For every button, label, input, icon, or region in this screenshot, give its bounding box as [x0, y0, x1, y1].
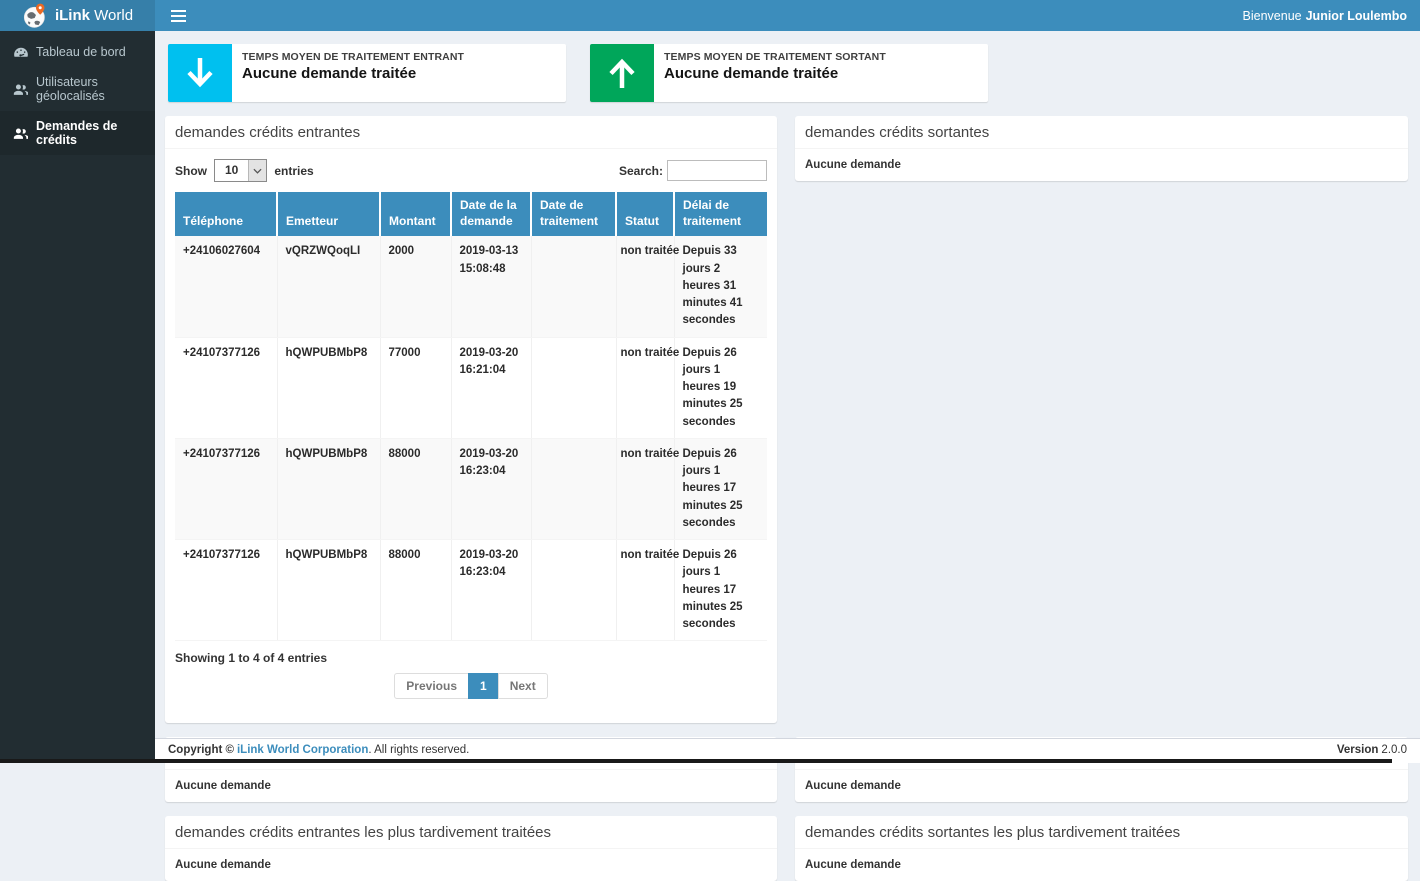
search-input[interactable] — [667, 160, 767, 181]
table-cell: non traitée — [616, 540, 674, 641]
welcome-message: BienvenueJunior Loulembo — [1243, 0, 1420, 31]
pagination: Previous 1 Next — [394, 673, 547, 699]
sidebar-toggle-button[interactable] — [155, 0, 202, 31]
table-cell: 88000 — [380, 540, 451, 641]
table-info-text: Showing 1 to 4 of 4 entries — [175, 651, 767, 665]
search-label: Search: — [619, 164, 663, 178]
info-box-value: Aucune demande traitée — [242, 65, 464, 82]
table-cell: 2000 — [380, 236, 451, 337]
arrow-up-icon — [590, 44, 654, 102]
info-box-title: TEMPS MOYEN DE TRAITEMENT ENTRANT — [242, 51, 464, 63]
info-box-title: TEMPS MOYEN DE TRAITEMENT SORTANT — [664, 51, 886, 63]
table-cell: non traitée — [616, 236, 674, 337]
info-box: TEMPS MOYEN DE TRAITEMENT SORTANT Aucune … — [590, 44, 988, 102]
empty-message: Aucune demande — [175, 780, 767, 792]
table-cell: 77000 — [380, 337, 451, 438]
sidebar-item-1[interactable]: Utilisateurs géolocalisés — [0, 67, 155, 111]
pagination-page-1-button[interactable]: 1 — [468, 673, 499, 699]
sidebar: Tableau de bord Utilisateurs géolocalisés… — [0, 31, 155, 763]
pagination-previous-button[interactable]: Previous — [394, 673, 469, 699]
column-header[interactable]: Téléphone — [175, 192, 277, 236]
panel-title: demandes crédits entrantes les plus tard… — [165, 816, 777, 849]
panel-demandes-sortantes: demandes crédits sortantes Aucune demand… — [795, 116, 1408, 181]
empty-message: Aucune demande — [805, 859, 1398, 871]
table-cell — [531, 337, 616, 438]
panel-title: demandes crédits sortantes les plus tard… — [795, 816, 1408, 849]
show-label: Show — [175, 164, 207, 178]
sidebar-item-label: Demandes de crédits — [36, 119, 142, 147]
chevron-down-icon — [248, 160, 266, 181]
bottom-edge-strip — [0, 759, 1392, 763]
table-cell: hQWPUBMbP8 — [277, 540, 380, 641]
table-cell: +24106027604 — [175, 236, 277, 337]
column-header[interactable]: Emetteur — [277, 192, 380, 236]
table-cell: non traitée — [616, 337, 674, 438]
info-box-row: TEMPS MOYEN DE TRAITEMENT ENTRANT Aucune … — [168, 44, 1408, 102]
content-area: TEMPS MOYEN DE TRAITEMENT ENTRANT Aucune … — [155, 31, 1420, 738]
page-length-value: 10 — [215, 160, 248, 181]
table-cell: +24107377126 — [175, 438, 277, 539]
table-row: +24107377126hQWPUBMbP8770002019-03-20 16… — [175, 337, 767, 438]
entries-label: entries — [274, 164, 313, 178]
page-length-select[interactable]: 10 — [214, 159, 267, 182]
page-length-control: Show 10 entries — [175, 159, 314, 182]
ilink-corporation-link[interactable]: iLink World Corporation — [237, 744, 368, 756]
sidebar-item-2[interactable]: Demandes de crédits — [0, 111, 155, 155]
bottom-panel: demandes crédits sortantes les plus tard… — [795, 816, 1408, 881]
table-cell — [531, 438, 616, 539]
table-row: +24106027604vQRZWQoqLI20002019-03-13 15:… — [175, 236, 767, 337]
column-header[interactable]: Montant — [380, 192, 451, 236]
column-header[interactable]: Date de la demande — [451, 192, 531, 236]
sidebar-item-label: Tableau de bord — [36, 45, 126, 59]
brand-name-rest: World — [94, 7, 133, 24]
empty-message: Aucune demande — [805, 780, 1398, 792]
table-cell: Depuis 26 jours 1 heures 17 minutes 25 s… — [674, 540, 767, 641]
sidebar-item-0[interactable]: Tableau de bord — [0, 37, 155, 67]
panel-title: demandes crédits sortantes — [795, 116, 1408, 149]
info-box: TEMPS MOYEN DE TRAITEMENT ENTRANT Aucune … — [168, 44, 566, 102]
table-cell: hQWPUBMbP8 — [277, 337, 380, 438]
empty-message: Aucune demande — [175, 859, 767, 871]
users-icon — [13, 127, 28, 140]
panel-title: demandes crédits entrantes — [165, 116, 777, 149]
sidebar-menu: Tableau de bord Utilisateurs géolocalisés… — [0, 31, 155, 155]
table-cell: +24107377126 — [175, 540, 277, 641]
user-name: Junior Loulembo — [1306, 9, 1407, 23]
table-cell: non traitée — [616, 438, 674, 539]
bottom-panel: demandes crédits entrantes les plus tard… — [165, 816, 777, 881]
table-cell: 2019-03-20 16:21:04 — [451, 337, 531, 438]
hamburger-icon — [171, 10, 186, 22]
users-icon — [13, 83, 28, 96]
top-navbar: iLink World BienvenueJunior Loulembo — [0, 0, 1420, 31]
column-header[interactable]: Délai de traitement — [674, 192, 767, 236]
demandes-entrantes-table: TéléphoneEmetteurMontantDate de la deman… — [175, 192, 767, 641]
table-cell: 2019-03-20 16:23:04 — [451, 438, 531, 539]
pagination-next-button[interactable]: Next — [498, 673, 548, 699]
table-cell: Depuis 26 jours 1 heures 19 minutes 25 s… — [674, 337, 767, 438]
table-cell: 88000 — [380, 438, 451, 539]
column-header[interactable]: Statut — [616, 192, 674, 236]
column-header[interactable]: Date de traitement — [531, 192, 616, 236]
table-cell: hQWPUBMbP8 — [277, 438, 380, 539]
table-cell: vQRZWQoqLI — [277, 236, 380, 337]
table-cell: Depuis 26 jours 1 heures 17 minutes 25 s… — [674, 438, 767, 539]
table-cell: 2019-03-13 15:08:48 — [451, 236, 531, 337]
ilink-globe-logo-icon — [22, 3, 48, 29]
table-cell — [531, 540, 616, 641]
dashboard-icon — [13, 46, 28, 58]
brand-name-bold: iLink — [55, 7, 90, 24]
table-cell: Depuis 33 jours 2 heures 31 minutes 41 s… — [674, 236, 767, 337]
info-box-value: Aucune demande traitée — [664, 65, 886, 82]
empty-message: Aucune demande — [805, 159, 1398, 171]
sidebar-item-label: Utilisateurs géolocalisés — [36, 75, 142, 103]
table-row: +24107377126hQWPUBMbP8880002019-03-20 16… — [175, 540, 767, 641]
table-cell — [531, 236, 616, 337]
table-cell: +24107377126 — [175, 337, 277, 438]
table-cell: 2019-03-20 16:23:04 — [451, 540, 531, 641]
table-row: +24107377126hQWPUBMbP8880002019-03-20 16… — [175, 438, 767, 539]
panel-demandes-entrantes: demandes crédits entrantes Show 10 entri — [165, 116, 777, 723]
arrow-down-icon — [168, 44, 232, 102]
brand-logo-link[interactable]: iLink World — [0, 0, 155, 31]
